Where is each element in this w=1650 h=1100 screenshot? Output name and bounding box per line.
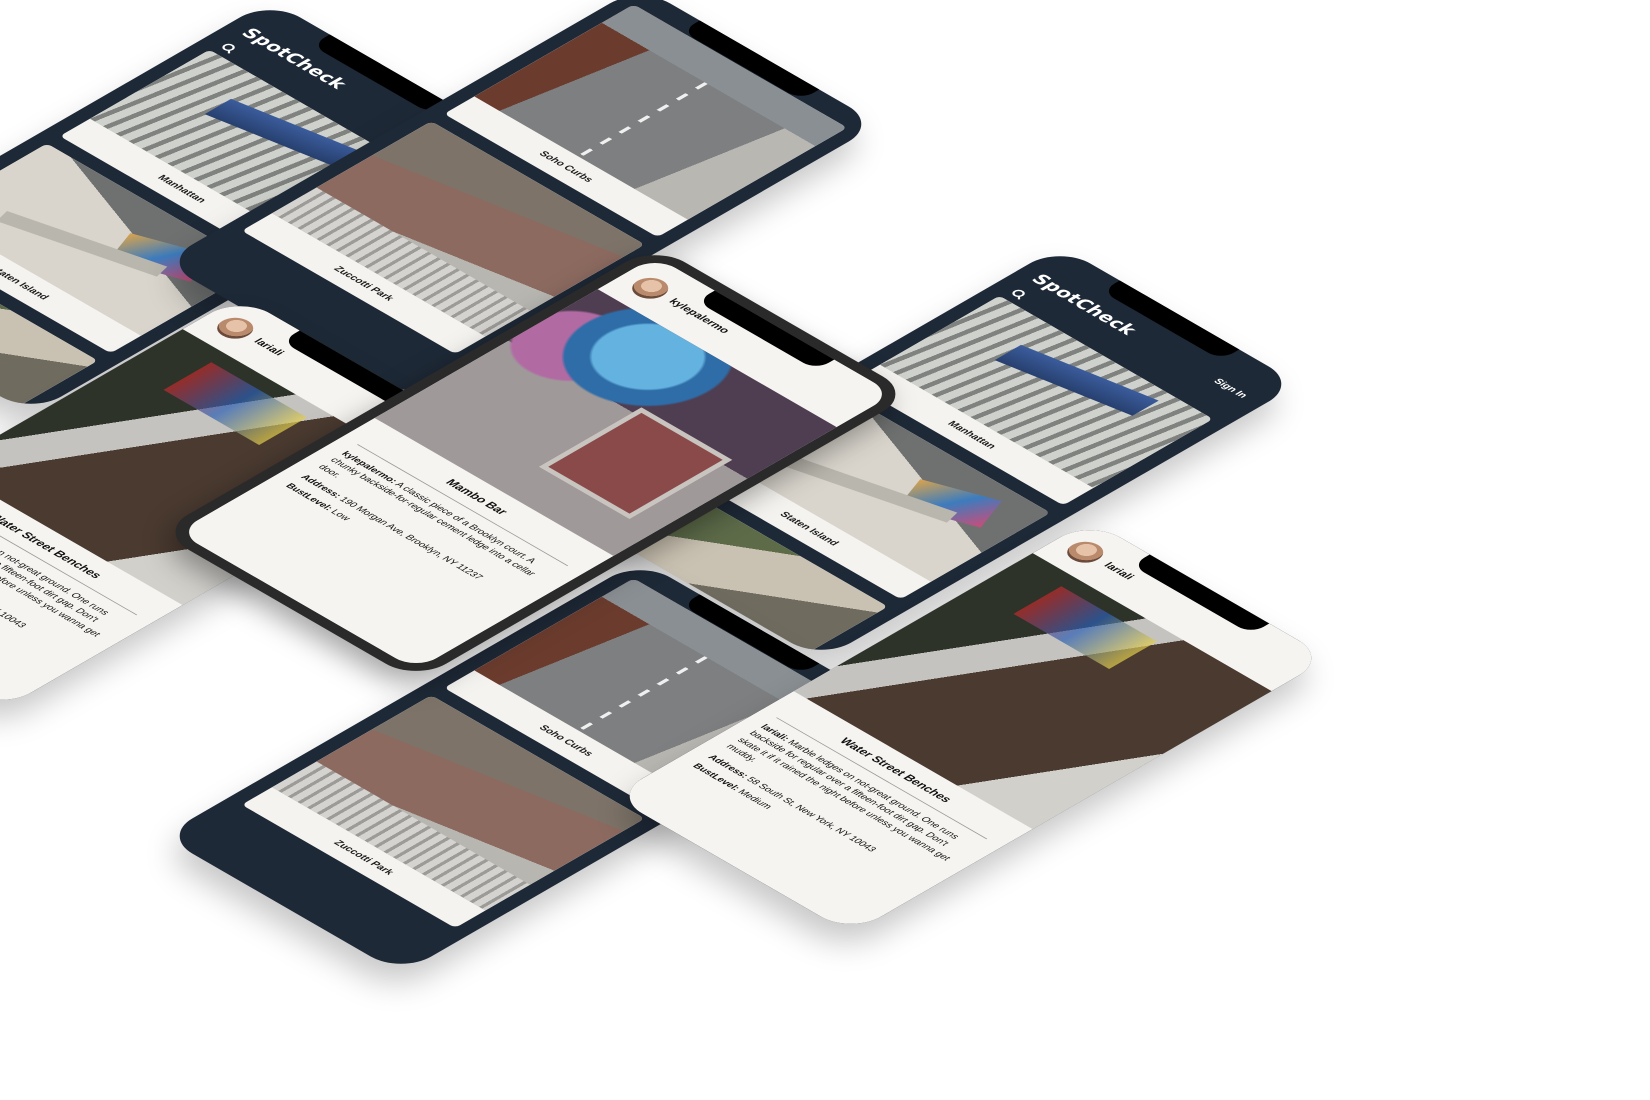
username: lariali bbox=[1101, 560, 1138, 582]
avatar bbox=[209, 313, 261, 343]
mockup-scene: SpotCheck Sign In Manhattan Staten Islan… bbox=[0, 0, 1650, 1100]
avatar bbox=[1059, 537, 1111, 567]
sign-in-link[interactable]: Sign In bbox=[1211, 377, 1250, 399]
username: lariali bbox=[251, 336, 288, 358]
search-icon[interactable] bbox=[1009, 288, 1028, 299]
avatar bbox=[624, 273, 676, 303]
search-icon[interactable] bbox=[219, 42, 238, 53]
